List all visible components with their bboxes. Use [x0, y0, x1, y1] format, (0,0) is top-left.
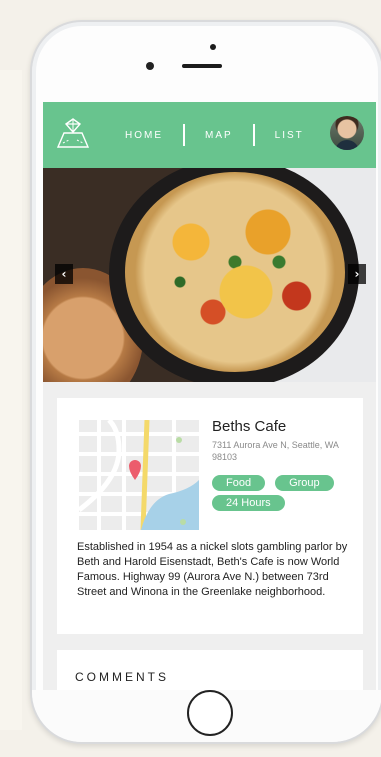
- carousel-prev-button[interactable]: ‹: [55, 264, 73, 284]
- hero-image-carousel: ‹ ›: [43, 168, 376, 382]
- nav-home-link[interactable]: HOME: [125, 130, 163, 141]
- app-screen: HOME MAP LIST ‹ › Beths Cafe 7311 Aurora…: [43, 102, 376, 690]
- avatar-shirt: [335, 140, 359, 150]
- proximity-sensor: [146, 62, 154, 70]
- front-camera: [210, 44, 216, 50]
- place-description: Established in 1954 as a nickel slots ga…: [77, 541, 348, 598]
- nav-map-link[interactable]: MAP: [205, 130, 233, 141]
- nav-list-link[interactable]: LIST: [275, 130, 304, 141]
- nav-divider: [252, 124, 255, 146]
- carousel-next-button[interactable]: ›: [348, 264, 366, 284]
- user-avatar[interactable]: [330, 116, 364, 150]
- tag-group[interactable]: Group: [275, 475, 334, 491]
- earpiece-speaker: [182, 64, 222, 68]
- comments-heading: COMMENTS: [75, 670, 169, 684]
- diamond-map-icon[interactable]: [55, 116, 91, 150]
- phone-frame: HOME MAP LIST ‹ › Beths Cafe 7311 Aurora…: [30, 20, 381, 744]
- tag-24-hours[interactable]: 24 Hours: [212, 495, 285, 511]
- top-nav-bar: HOME MAP LIST: [43, 102, 376, 168]
- tag-food[interactable]: Food: [212, 475, 266, 491]
- nav-divider: [183, 124, 185, 146]
- home-button[interactable]: [187, 690, 233, 736]
- background-panel: [0, 70, 22, 730]
- tag-list: Food Group 24 Hours: [212, 475, 352, 511]
- place-detail-card: Beths Cafe 7311 Aurora Ave N, Seattle, W…: [57, 398, 363, 634]
- location-map[interactable]: [79, 420, 199, 530]
- hero-food: [125, 172, 345, 372]
- place-address: 7311 Aurora Ave N, Seattle, WA 98103: [212, 440, 339, 462]
- comments-section: COMMENTS: [57, 650, 363, 690]
- place-info: Beths Cafe 7311 Aurora Ave N, Seattle, W…: [212, 418, 352, 511]
- nav-menu: HOME MAP LIST: [125, 124, 304, 146]
- place-name: Beths Cafe: [212, 418, 287, 435]
